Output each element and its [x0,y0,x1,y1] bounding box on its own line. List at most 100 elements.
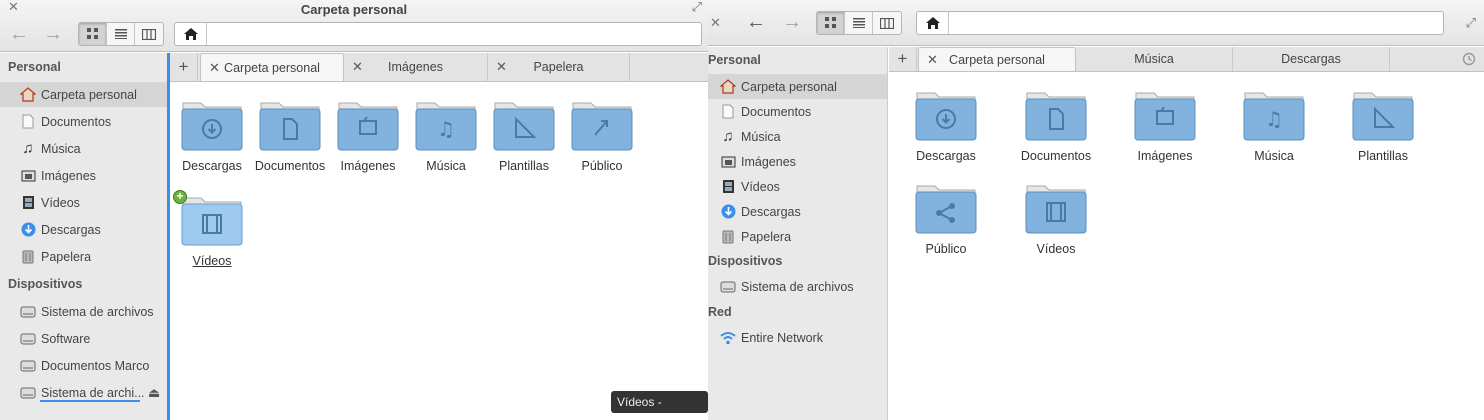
tab-carpeta-personal[interactable]: ✕ Carpeta personal [200,53,344,81]
sidebar-item-home[interactable]: Carpeta personal [708,74,887,99]
folder-label: Documentos [254,159,326,173]
folder-item-videos[interactable]: + Vídeos [173,190,251,268]
sidebar-item-label: Vídeos [741,179,780,194]
new-tab-button[interactable]: + [889,47,917,71]
column-view-button[interactable] [135,23,163,45]
section-devices: Dispositivos [8,277,83,291]
folder-label: Descargas [916,149,976,163]
download-icon [20,222,36,238]
tab-papelera[interactable]: ✕ Papelera [488,53,630,81]
tab-carpeta-personal[interactable]: ✕ Carpeta personal [918,47,1076,71]
sidebar-item-label: Papelera [741,229,792,244]
download-folder-icon [915,92,977,141]
sidebar-item-music[interactable]: ♫ Música [0,136,80,161]
sidebar-item-home[interactable]: Carpeta personal [0,82,167,107]
sidebar-item-filesystem[interactable]: Sistema de archivos [0,299,154,324]
maximize-icon[interactable]: ⤢ [692,0,702,14]
sidebar-item-filesystem[interactable]: Sistema de archivos [708,274,854,299]
maximize-icon[interactable]: ⤢ [1466,16,1476,30]
folder-item-descargas[interactable]: Descargas [907,89,985,163]
list-icon [852,18,865,28]
drive-icon [20,358,36,374]
sidebar-item-pictures[interactable]: Imágenes [708,149,796,174]
sidebar-item-trash[interactable]: Papelera [0,244,91,269]
folder-item-imagenes[interactable]: Imágenes [1126,89,1204,163]
folder-item-imagenes[interactable]: Imágenes [329,99,407,173]
eject-icon[interactable]: ⏏ [148,385,160,401]
sidebar-item-downloads[interactable]: Descargas [0,217,101,242]
view-switcher [816,11,902,35]
drive-icon [20,304,36,320]
tab-bar: + ✕ Carpeta personal ✕ Imágenes ✕ Papele… [170,53,708,82]
forward-arrow-icon[interactable]: → [42,23,64,45]
sidebar-item-documents[interactable]: Documentos [0,109,111,134]
sidebar-item-pictures[interactable]: Imágenes [0,163,96,188]
forward-arrow-icon[interactable]: → [781,11,803,33]
sidebar-item-documents[interactable]: Documentos [708,99,811,124]
sidebar-item-label: Imágenes [741,154,796,169]
music-icon: ♫ [22,140,34,157]
folder-item-plantillas[interactable]: Plantillas [1344,89,1422,163]
grid-icon [824,17,836,28]
folder-item-descargas[interactable]: Descargas [173,99,251,173]
sidebar-item-label: Documentos [41,114,112,129]
public-folder-icon [571,102,633,151]
folder-item-plantillas[interactable]: Plantillas [485,99,563,173]
tab-imagenes[interactable]: ✕ Imágenes [344,53,488,81]
location-bar[interactable] [174,22,702,46]
folder-item-musica[interactable]: ♫ Música [407,99,485,173]
history-icon[interactable] [1462,52,1476,69]
sidebar-item-label: Papelera [41,249,92,264]
pictures-icon [20,168,36,184]
add-emblem-icon: + [173,190,187,204]
sidebar-item-software[interactable]: Software [0,326,90,351]
sidebar-item-label: Descargas [741,204,801,219]
view-switcher [78,22,164,46]
folder-label: Imágenes [1137,149,1193,163]
close-window-icon[interactable]: ✕ [710,16,721,30]
close-tab-icon[interactable]: ✕ [927,52,938,68]
folder-label: Público [581,159,623,173]
sidebar-item-label: Carpeta personal [741,79,837,94]
svg-text:♫: ♫ [1265,107,1283,131]
sidebar-item-music[interactable]: ♫ Música [708,124,780,149]
close-tab-icon[interactable]: ✕ [352,59,363,75]
folder-item-musica[interactable]: ♫ Música [1235,89,1313,163]
folder-label: Plantillas [1357,149,1409,163]
sidebar-item-videos[interactable]: Vídeos [708,174,780,199]
back-arrow-icon[interactable]: ← [8,23,30,45]
sidebar-item-documentos-marco[interactable]: Documentos Marco [0,353,149,378]
window-title: Carpeta personal [300,2,408,17]
folder-item-videos[interactable]: Vídeos [1017,182,1095,256]
sidebar-item-videos[interactable]: Vídeos [0,190,80,215]
location-bar[interactable] [916,11,1444,35]
music-folder-icon: ♫ [1243,92,1305,141]
folder-item-publico[interactable]: Público [563,99,641,173]
tab-descargas[interactable]: Descargas [1233,47,1390,71]
tab-musica[interactable]: Música [1076,47,1233,71]
new-tab-button[interactable]: + [170,53,198,81]
folder-item-documentos[interactable]: Documentos [251,99,329,173]
folder-item-publico[interactable]: Público [907,182,985,256]
close-tab-icon[interactable]: ✕ [496,59,507,75]
icon-view-button[interactable] [79,23,107,45]
folder-label: Descargas [182,159,242,173]
home-icon [925,17,940,29]
close-tab-icon[interactable]: ✕ [209,60,220,76]
home-crumb[interactable] [917,12,949,34]
list-view-button[interactable] [107,23,135,45]
sidebar-item-downloads[interactable]: Descargas [708,199,801,224]
file-manager-window-left: ✕ Carpeta personal ⤢ ← → Personal Carpet… [0,0,708,420]
trash-icon [720,229,736,245]
sidebar-item-entire-network[interactable]: Entire Network [708,325,823,350]
list-view-button[interactable] [845,12,873,34]
folder-label: Música [426,159,466,173]
icon-view-button[interactable] [817,12,845,34]
sidebar-item-trash[interactable]: Papelera [708,224,791,249]
folder-item-documentos[interactable]: Documentos [1017,89,1095,163]
home-crumb[interactable] [175,23,207,45]
back-arrow-icon[interactable]: ← [745,11,767,33]
sidebar-item-label: Imágenes [41,168,96,183]
columns-icon [142,28,156,40]
column-view-button[interactable] [873,12,901,34]
